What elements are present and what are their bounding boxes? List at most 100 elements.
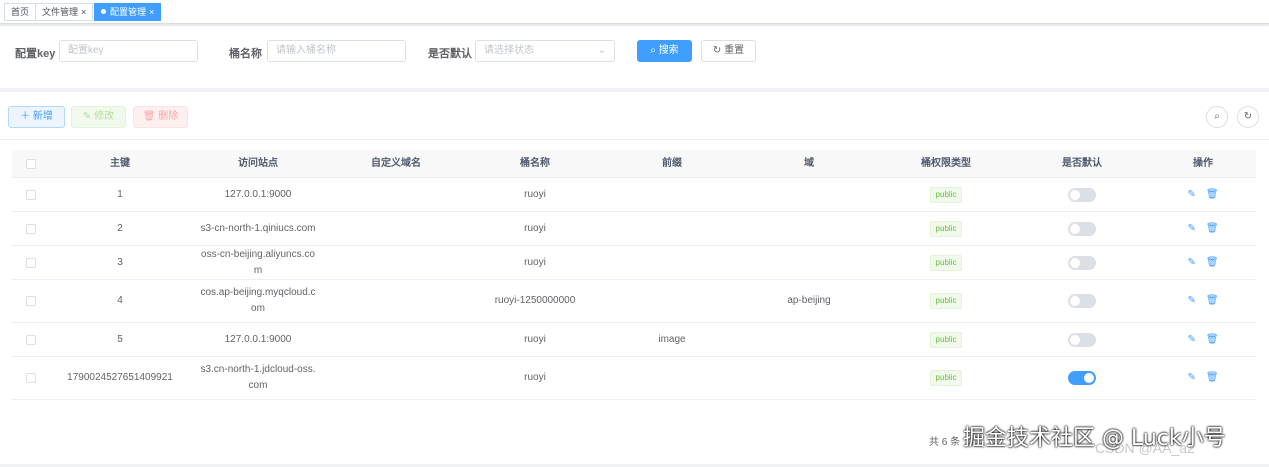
search-button-label: 搜索 [658,45,679,56]
default-switch[interactable] [1068,294,1096,308]
cell-actions: ✎ 🗑 [1150,323,1256,356]
tab-file-management[interactable]: 文件管理 × [35,3,94,21]
is-default-label: 是否默认 [428,48,472,60]
edit-button[interactable]: ✎ 修改 [71,106,126,128]
access-policy-tag: public [929,331,963,348]
add-button-label: 新增 [32,111,53,122]
cell-endpoint: 127.0.0.1:9000 [224,333,292,345]
cell-access-policy: public [878,178,1014,211]
row-checkbox[interactable] [26,257,36,268]
add-button[interactable]: ＋ 新增 [8,106,65,128]
header-select-all[interactable] [12,150,50,178]
default-switch[interactable] [1068,332,1096,347]
bucket-name-label: 桶名称 [229,48,262,60]
bucket-name-input[interactable]: 请输入桶名称 [267,40,406,62]
cell-is-default [1014,246,1150,279]
cell-actions: ✎ 🗑 [1150,280,1256,322]
row-select-cell [12,246,50,279]
edit-icon: ✎ [82,111,92,122]
trash-icon[interactable]: 🗑 [1206,255,1219,271]
cell-region: ap-beijing [787,295,831,306]
edit-icon[interactable]: ✎ [1187,221,1195,237]
cell-id: 5 [117,333,123,345]
row-checkbox[interactable] [26,373,36,383]
cell-bucket: ruoyi [524,333,546,345]
cell-prefix [604,212,740,245]
search-icon: ⌕ [650,45,656,56]
table-row: 2 s3-cn-north-1.qiniucs.com ruoyi public ✎ 🗑 [12,212,1256,246]
cell-actions: ✎ 🗑 [1150,178,1256,211]
cell-id: 1 [117,188,123,200]
table-header: 主键 访问站点 自定义域名 桶名称 前缀 域 桶权限类型 是否默认 操作 [12,150,1256,178]
default-switch[interactable] [1068,221,1096,236]
config-key-input[interactable]: 配置key [59,40,198,62]
bucket-name-placeholder: 请输入桶名称 [276,45,336,56]
cell-actions: ✎ 🗑 [1150,212,1256,245]
trash-icon[interactable]: 🗑 [1206,293,1219,309]
refresh-button[interactable]: ↻ [1237,106,1259,128]
cell-bucket: ruoyi [524,188,546,200]
edit-icon[interactable]: ✎ [1187,187,1195,203]
cell-is-default [1014,357,1150,399]
row-select-cell [12,323,50,356]
reset-button-label: 重置 [724,45,745,56]
plus-icon: ＋ [20,111,31,122]
header-custom-domain: 自定义域名 [371,158,421,169]
header-region: 域 [804,158,814,169]
header-is-default: 是否默认 [1062,158,1102,169]
trash-icon[interactable]: 🗑 [1206,370,1219,386]
tab-home-label: 首页 [11,7,30,17]
row-checkbox[interactable] [26,223,36,234]
cell-domain [326,246,466,279]
select-all-checkbox[interactable] [26,159,36,169]
close-icon[interactable]: × [81,7,86,17]
search-button[interactable]: ⌕ 搜索 [637,40,692,62]
cell-prefix [604,357,740,399]
cell-region [740,323,878,356]
tab-home[interactable]: 首页 [4,3,37,21]
cell-access-policy: public [878,357,1014,399]
close-icon[interactable]: × [149,7,154,17]
cell-is-default [1014,212,1150,245]
cell-region [740,212,878,245]
default-switch[interactable] [1068,371,1096,385]
access-policy-tag: public [929,293,963,309]
trash-icon[interactable]: 🗑 [1206,221,1219,237]
cell-bucket: ruoyi [524,256,546,268]
cell-endpoint: s3-cn-north-1.qiniucs.com [200,222,316,234]
access-policy-tag: public [929,220,963,237]
edit-icon[interactable]: ✎ [1187,293,1195,309]
cell-actions: ✎ 🗑 [1150,246,1256,279]
trash-icon[interactable]: 🗑 [1206,332,1219,348]
default-switch[interactable] [1068,255,1096,270]
cell-bucket: ruoyi [524,222,546,234]
cell-endpoint: 127.0.0.1:9000 [224,188,292,200]
tab-config-management[interactable]: 配置管理 × [94,3,162,21]
watermark-juejin: 掘金技术社区 @ Luck小号 [963,426,1226,451]
row-select-cell [12,212,50,245]
cell-actions: ✎ 🗑 [1150,357,1256,399]
cell-access-policy: public [878,212,1014,245]
is-default-select[interactable]: 请选择状态 ⌄ [475,40,615,62]
toggle-search-button[interactable]: ⌕ [1206,106,1228,128]
row-checkbox[interactable] [26,189,36,200]
is-default-placeholder: 请选择状态 [484,45,534,56]
edit-icon[interactable]: ✎ [1187,370,1195,386]
edit-icon[interactable]: ✎ [1187,255,1195,271]
cell-region [740,246,878,279]
row-checkbox[interactable] [26,296,36,306]
edit-icon[interactable]: ✎ [1187,332,1195,348]
pagination-total: 共 6 条 [929,437,961,448]
trash-icon[interactable]: 🗑 [1206,187,1219,203]
header-id: 主键 [110,158,130,169]
delete-button[interactable]: 🗑 删除 [133,106,188,128]
refresh-icon: ↻ [712,45,722,56]
reset-button[interactable]: ↻ 重置 [701,40,756,62]
cell-is-default [1014,178,1150,211]
edit-button-label: 修改 [94,111,115,122]
config-key-label: 配置key [15,48,56,60]
default-switch[interactable] [1068,187,1096,202]
cell-endpoint: s3.cn-north-1.jdcloud-oss.com [200,364,316,391]
row-checkbox[interactable] [26,334,36,345]
cell-access-policy: public [878,280,1014,322]
